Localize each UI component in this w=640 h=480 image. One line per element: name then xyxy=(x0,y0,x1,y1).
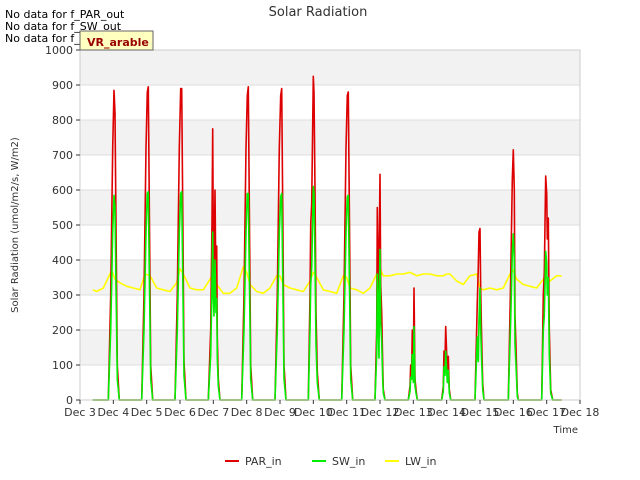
x-axis-label: Time xyxy=(553,425,578,436)
x-axis-ticks: Dec 3 Dec 4 Dec 5 Dec 6 Dec 7 Dec 8 Dec 9 Dec 1… xyxy=(64,400,599,419)
y-tick-label: 300 xyxy=(52,289,73,302)
annotation-box: VR_arable xyxy=(79,30,154,51)
legend-label-sw-in: SW_in xyxy=(332,455,365,468)
x-tick-label: Dec 4 xyxy=(97,406,129,419)
background-band xyxy=(80,260,580,295)
background-band xyxy=(80,190,580,225)
legend-label-lw-in: LW_in xyxy=(405,455,437,468)
background-band xyxy=(80,120,580,155)
background-band xyxy=(80,330,580,365)
background-band xyxy=(80,225,580,260)
y-tick-label: 400 xyxy=(52,254,73,267)
y-tick-label: 1000 xyxy=(45,44,73,57)
chart-title: Solar Radiation xyxy=(269,5,368,20)
x-tick-label: Dec 6 xyxy=(164,406,196,419)
y-axis-ticks: 01002003004005006007008009001000 xyxy=(45,44,80,407)
y-tick-label: 700 xyxy=(52,149,73,162)
y-tick-label: 900 xyxy=(52,79,73,92)
y-tick-label: 100 xyxy=(52,359,73,372)
x-tick-label: Dec 5 xyxy=(131,406,163,419)
x-tick-label: Dec 7 xyxy=(197,406,229,419)
x-tick-label: Dec 8 xyxy=(231,406,263,419)
y-tick-label: 800 xyxy=(52,114,73,127)
x-tick-label: Dec 3 xyxy=(64,406,96,419)
solar-radiation-chart: 01002003004005006007008009001000 Dec 3 De… xyxy=(10,5,599,468)
background-band xyxy=(80,85,580,120)
legend: PAR_in SW_in LW_in xyxy=(225,455,437,468)
background-band xyxy=(80,365,580,400)
x-tick-label: Dec 18 xyxy=(561,406,600,419)
y-tick-label: 500 xyxy=(52,219,73,232)
background-band xyxy=(80,50,580,85)
background-band xyxy=(80,155,580,190)
annotation-label: VR_arable xyxy=(87,36,149,49)
legend-label-par-in: PAR_in xyxy=(245,455,282,468)
x-tick-label: Dec 9 xyxy=(264,406,296,419)
y-tick-label: 200 xyxy=(52,324,73,337)
y-tick-label: 600 xyxy=(52,184,73,197)
background-band xyxy=(80,295,580,330)
y-axis-label: Solar Radiation (umol/m2/s, W/m2) xyxy=(10,137,21,313)
